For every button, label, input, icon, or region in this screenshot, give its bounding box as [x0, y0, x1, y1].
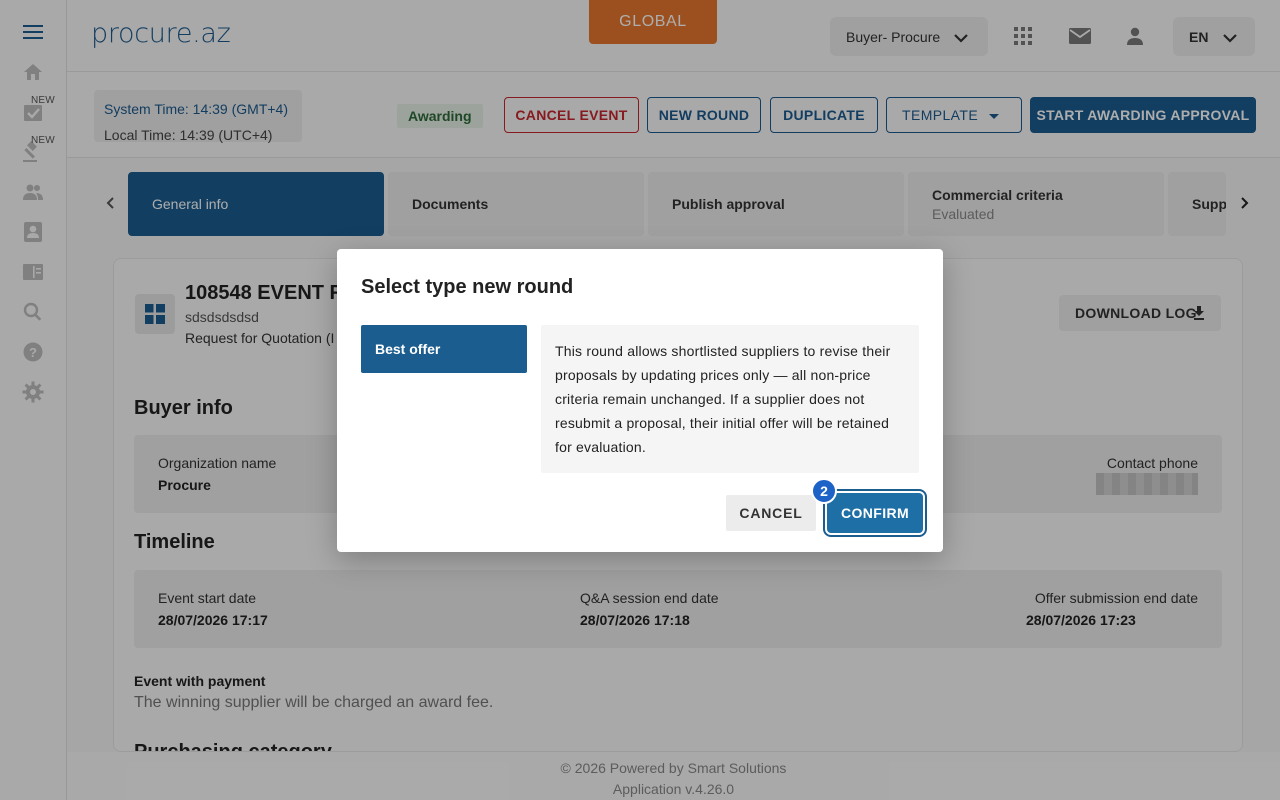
confirm-button[interactable]: CONFIRM	[827, 493, 923, 533]
dialog-title: Select type new round	[361, 276, 574, 298]
best-offer-option[interactable]: Best offer	[361, 325, 527, 373]
cancel-button[interactable]: CANCEL	[726, 495, 816, 531]
round-description: This round allows shortlisted suppliers …	[541, 325, 919, 473]
new-round-dialog: Select type new round Best offer This ro…	[337, 249, 943, 552]
step-badge: 2	[811, 478, 837, 504]
